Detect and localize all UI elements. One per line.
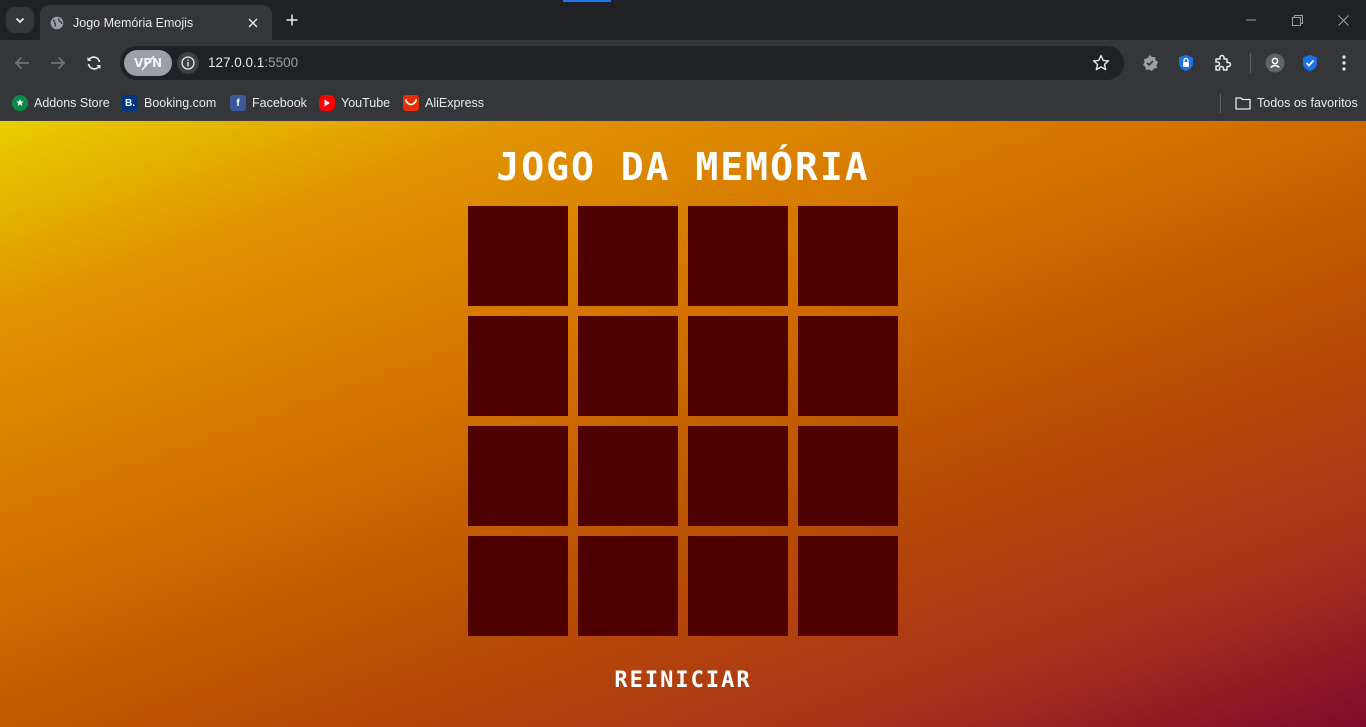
minimize-icon: [1246, 19, 1256, 21]
game-title: JOGO DA MEMÓRIA: [496, 145, 870, 189]
address-bar[interactable]: VPN 127.0.0.1:5500: [120, 46, 1124, 80]
extension-check-shield-button[interactable]: [1298, 51, 1322, 75]
memory-card[interactable]: [688, 316, 788, 416]
bookmark-label: Booking.com: [144, 96, 217, 110]
puzzle-icon: [1215, 54, 1232, 71]
globe-icon: [50, 16, 64, 30]
window-controls: [1228, 0, 1366, 40]
tab-strip-accent: [563, 0, 611, 2]
bookmark-label: AliExpress: [425, 96, 485, 110]
restore-button[interactable]: [1274, 0, 1320, 40]
memory-card[interactable]: [468, 206, 568, 306]
bookmark-label: Facebook: [252, 96, 307, 110]
site-info-button[interactable]: [177, 52, 199, 74]
forward-button[interactable]: [44, 49, 72, 77]
memory-card[interactable]: [468, 536, 568, 636]
bookmark-youtube[interactable]: YouTube: [319, 92, 390, 114]
folder-icon: [1235, 97, 1251, 110]
lock-shield-icon: [1179, 55, 1193, 71]
extension-shield-button[interactable]: [1138, 51, 1162, 75]
bookmark-addons-store[interactable]: ★ Addons Store: [12, 92, 110, 114]
vpn-button[interactable]: VPN: [124, 50, 172, 76]
plus-icon: [286, 14, 298, 26]
bookmark-star-button[interactable]: [1090, 52, 1112, 74]
close-tab-icon[interactable]: [244, 14, 262, 32]
extensions-button[interactable]: [1210, 51, 1234, 75]
slash-icon: [141, 55, 155, 71]
arrow-left-icon: [14, 56, 29, 70]
restore-icon: [1291, 14, 1303, 26]
addons-store-icon: ★: [12, 95, 28, 111]
browser-menu-button[interactable]: [1332, 51, 1356, 75]
reset-button[interactable]: REINICIAR: [583, 661, 783, 699]
toolbar-divider: [1250, 53, 1251, 73]
memory-card[interactable]: [578, 206, 678, 306]
info-icon: [181, 56, 195, 70]
reload-button[interactable]: [80, 49, 108, 77]
more-vert-icon: [1342, 55, 1346, 71]
tab-search-button[interactable]: [6, 7, 34, 33]
star-icon: [1092, 54, 1110, 71]
url-host: 127.0.0.1: [208, 55, 265, 70]
memory-card[interactable]: [468, 426, 568, 526]
all-bookmarks-label: Todos os favoritos: [1257, 96, 1358, 110]
memory-card[interactable]: [578, 316, 678, 416]
booking-icon: B.: [122, 95, 138, 111]
bookmark-facebook[interactable]: f Facebook: [230, 92, 307, 114]
memory-card[interactable]: [578, 536, 678, 636]
gear-badge-icon: [1143, 55, 1158, 71]
aliexpress-icon: [403, 95, 419, 111]
memory-card[interactable]: [688, 206, 788, 306]
profile-button[interactable]: [1263, 51, 1287, 75]
memory-card[interactable]: [798, 426, 898, 526]
avatar-icon: [1265, 53, 1285, 73]
extension-lock-button[interactable]: [1174, 51, 1198, 75]
active-tab[interactable]: Jogo Memória Emojis: [40, 5, 272, 40]
back-button[interactable]: [8, 49, 36, 77]
facebook-icon: f: [230, 95, 246, 111]
bookmarks-bar: ★ Addons Store B. Booking.com f Facebook…: [0, 86, 1366, 121]
tab-title: Jogo Memória Emojis: [73, 15, 194, 30]
card-grid: [468, 206, 898, 636]
close-icon: [1337, 14, 1349, 26]
bookmarks-divider: [1220, 94, 1221, 113]
bookmark-aliexpress[interactable]: AliExpress: [403, 92, 484, 114]
memory-card[interactable]: [468, 316, 568, 416]
memory-card[interactable]: [798, 536, 898, 636]
youtube-icon: [319, 95, 335, 111]
url-port: :5500: [264, 55, 299, 70]
browser-toolbar: VPN 127.0.0.1:5500: [0, 40, 1366, 86]
memory-card[interactable]: [798, 316, 898, 416]
bookmark-booking[interactable]: B. Booking.com: [122, 92, 216, 114]
memory-card[interactable]: [688, 536, 788, 636]
new-tab-button[interactable]: [281, 9, 303, 31]
check-shield-icon: [1303, 55, 1317, 71]
memory-card[interactable]: [578, 426, 678, 526]
all-bookmarks-folder[interactable]: Todos os favoritos: [1235, 92, 1358, 114]
tab-strip: Jogo Memória Emojis: [0, 0, 1366, 40]
memory-game-page: JOGO DA MEMÓRIA REINICIAR: [0, 121, 1366, 727]
memory-card[interactable]: [688, 426, 788, 526]
memory-card[interactable]: [798, 206, 898, 306]
close-window-button[interactable]: [1320, 0, 1366, 40]
arrow-right-icon: [51, 56, 66, 70]
chevron-down-icon: [15, 17, 25, 24]
minimize-button[interactable]: [1228, 0, 1274, 40]
reload-icon: [87, 56, 101, 70]
bookmark-label: YouTube: [341, 96, 391, 110]
bookmark-label: Addons Store: [34, 96, 110, 110]
url-text[interactable]: 127.0.0.1:5500: [208, 55, 298, 70]
